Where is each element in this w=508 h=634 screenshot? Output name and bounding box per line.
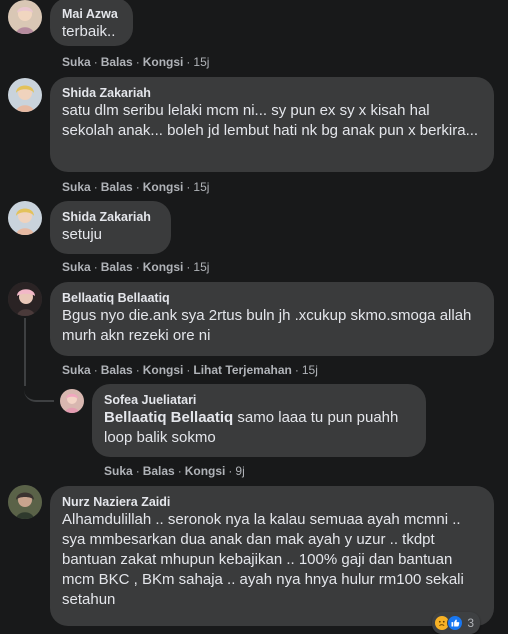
comment-author[interactable]: Shida Zakariah	[62, 85, 482, 101]
avatar[interactable]	[8, 201, 42, 235]
comment-actions: Suka · Balas · Kongsi · 15j	[62, 260, 210, 274]
comment-actions: Suka · Balas · Kongsi · 15j	[62, 180, 210, 194]
like-button[interactable]: Suka	[62, 363, 91, 377]
comment-text: terbaik..	[62, 23, 116, 40]
comment-bubble: Mai Azwa terbaik..	[50, 0, 133, 46]
comment-text: Bgus nyo die.ank sya 2rtus buln jh .xcuk…	[62, 307, 472, 344]
share-button[interactable]: Kongsi	[143, 55, 184, 69]
like-reaction-icon	[447, 615, 464, 631]
avatar[interactable]	[8, 78, 42, 112]
like-button[interactable]: Suka	[62, 180, 91, 194]
reply-button[interactable]: Balas	[101, 363, 133, 377]
timestamp[interactable]: 15j	[193, 260, 209, 274]
avatar[interactable]	[8, 0, 42, 34]
comment-author[interactable]: Nurz Naziera Zaidi	[62, 494, 482, 510]
timestamp[interactable]: 15j	[193, 180, 209, 194]
comment-author[interactable]: Shida Zakariah	[62, 209, 159, 225]
timestamp[interactable]: 9j	[235, 464, 244, 478]
avatar[interactable]	[8, 282, 42, 316]
like-button[interactable]: Suka	[62, 55, 91, 69]
like-button[interactable]: Suka	[104, 464, 133, 478]
comment-bubble: Nurz Naziera Zaidi Alhamdulillah .. sero…	[50, 486, 494, 634]
share-button[interactable]: Kongsi	[143, 180, 184, 194]
avatar[interactable]	[8, 485, 42, 519]
reply-button[interactable]: Balas	[143, 464, 175, 478]
thread-line	[24, 318, 26, 386]
comment-text: satu dlm seribu lelaki mcm ni... sy pun …	[62, 102, 479, 139]
share-button[interactable]: Kongsi	[143, 363, 184, 377]
comment-bubble: Shida Zakariah setuju	[50, 201, 171, 254]
reply-button[interactable]: Balas	[101, 260, 133, 274]
comment-actions: Suka · Balas · Kongsi · 15j	[62, 55, 210, 69]
share-button[interactable]: Kongsi	[143, 260, 184, 274]
translate-button[interactable]: Lihat Terjemahan	[193, 363, 291, 377]
reply-button[interactable]: Balas	[101, 180, 133, 194]
comment-author[interactable]: Bellaatiq Bellaatiq	[62, 290, 482, 306]
comment-text: setuju	[62, 226, 103, 243]
comment-actions: Suka · Balas · Kongsi · Lihat Terjemahan · 15j	[62, 363, 318, 377]
comment-text: Alhamdulillah .. seronok nya la kalau se…	[62, 511, 464, 608]
reply-bubble: Sofea Jueliatari Bellaatiq Bellaatiq sam…	[92, 384, 426, 457]
comment-author[interactable]: Sofea Jueliatari	[104, 392, 414, 408]
reaction-summary[interactable]: 3	[432, 612, 480, 634]
mention-link[interactable]: Bellaatiq Bellaatiq	[104, 409, 233, 426]
comment-text: Bellaatiq Bellaatiq samo laaa tu pun pua…	[104, 408, 414, 448]
avatar[interactable]	[60, 389, 84, 413]
comment-author[interactable]: Mai Azwa	[62, 6, 121, 22]
comment-actions: Suka · Balas · Kongsi · 9j	[104, 464, 245, 478]
comment-bubble: Shida Zakariah satu dlm seribu lelaki mc…	[50, 77, 494, 172]
reply-button[interactable]: Balas	[101, 55, 133, 69]
thread-connector	[24, 386, 54, 402]
comment-bubble: Bellaatiq Bellaatiq Bgus nyo die.ank sya…	[50, 282, 494, 356]
share-button[interactable]: Kongsi	[185, 464, 226, 478]
like-button[interactable]: Suka	[62, 260, 91, 274]
timestamp[interactable]: 15j	[193, 55, 209, 69]
reaction-count: 3	[467, 616, 474, 630]
timestamp[interactable]: 15j	[302, 363, 318, 377]
